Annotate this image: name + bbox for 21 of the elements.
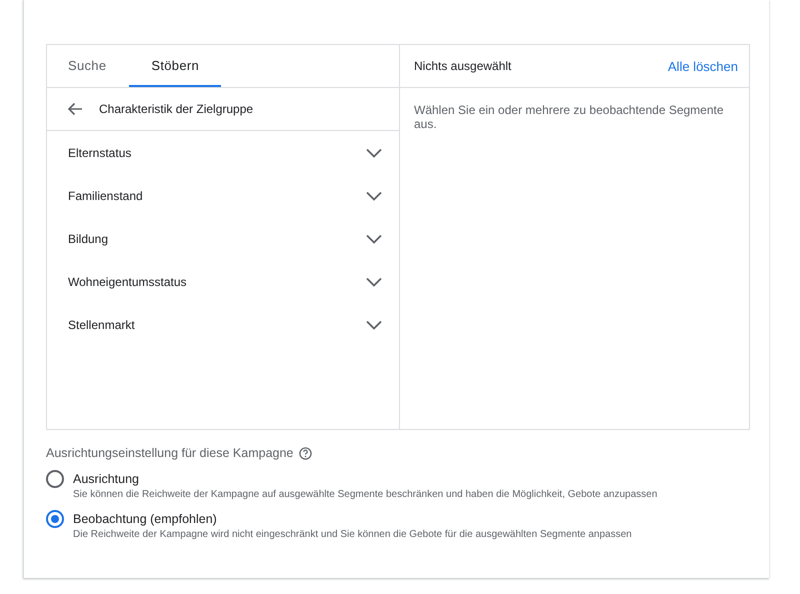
selection-status: Nichts ausgewählt — [414, 59, 512, 73]
category-item[interactable]: Stellenmarkt — [47, 303, 399, 346]
help-icon[interactable] — [299, 446, 312, 460]
radio-button[interactable] — [46, 470, 64, 488]
clear-all-link[interactable]: Alle löschen — [668, 58, 738, 74]
radio-button[interactable] — [46, 510, 64, 528]
category-item[interactable]: Bildung — [47, 217, 399, 260]
category-item[interactable]: Wohneigentumsstatus — [47, 260, 399, 303]
option-label: Beobachtung (empfohlen) — [73, 512, 218, 526]
option-description: Die Reichweite der Kampagne wird nicht eingeschränkt und Sie können die Gebote für die ausgewählten Segmente anpassen — [73, 529, 632, 540]
category-item[interactable]: Familienstand — [47, 174, 399, 217]
tab[interactable]: Suche — [55, 45, 120, 87]
targeting-title: Ausrichtungseinstellung für diese Kampagne — [46, 446, 294, 460]
category-title: Charakteristik der Zielgruppe — [99, 102, 254, 116]
tab[interactable]: Stöbern — [129, 45, 222, 87]
category-item[interactable]: Elternstatus — [47, 131, 399, 174]
option-description: Sie können die Reichweite der Kampagne auf ausgewählte Segmente beschränken und haben die Möglichkeit, Gebote anzupassen — [73, 489, 658, 500]
empty-hint: Wählen Sie ein oder mehrere zu beobachtende Segmente aus. — [413, 102, 725, 133]
back-button[interactable] — [67, 102, 83, 116]
back-arrow-icon — [67, 102, 83, 116]
option-label: Ausrichtung — [73, 472, 140, 486]
